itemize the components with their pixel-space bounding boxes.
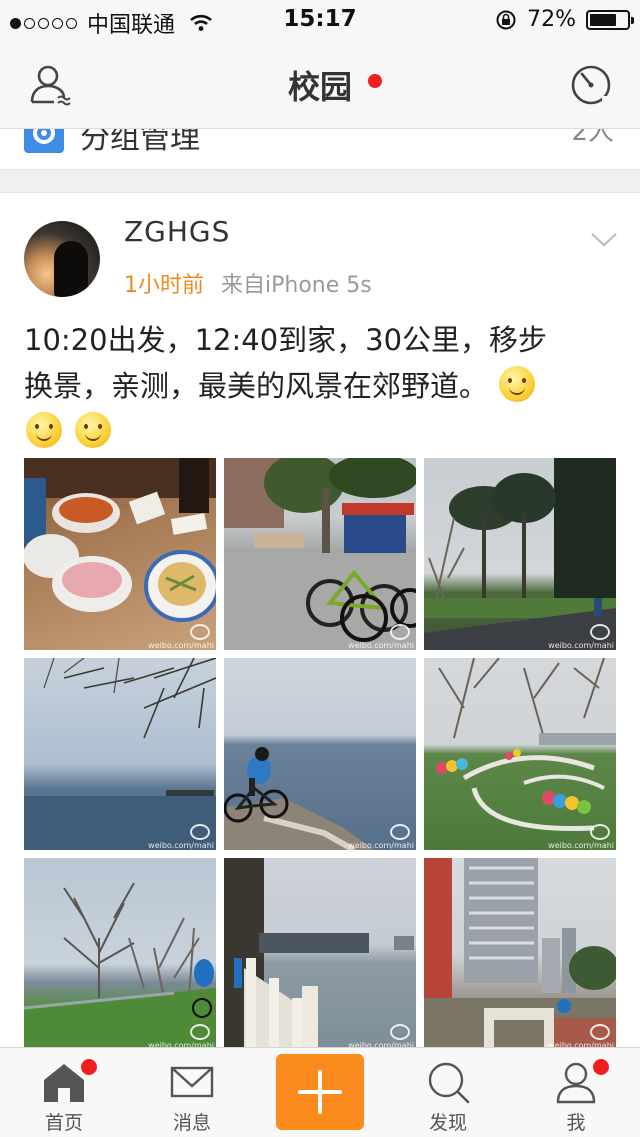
post-meta: 1小时前 来自iPhone 5s [124,267,372,299]
group-count: 2人 [571,129,614,147]
group-manage-label: 分组管理 [80,129,200,156]
chevron-down-icon[interactable] [590,231,618,249]
tab-home-badge [80,1058,98,1076]
photo-trees-road[interactable]: weibo.com/mahi [424,458,616,650]
photo-watermark: weibo.com/mahi [548,641,614,650]
tab-me-label: 我 [566,1112,586,1134]
post-text-line1: 10:20出发，12:40到家，30公里，移步 [24,323,548,357]
page-title-text: 校园 [287,68,352,106]
tab-home[interactable]: 首页 [14,1048,114,1137]
photo-breakfast[interactable]: weibo.com/mahi [24,458,216,650]
page-title[interactable]: 校园 [0,62,640,108]
feed-post[interactable]: ZGHGS 1小时前 来自iPhone 5s 10:20出发，12:40到家，3… [0,193,640,1050]
photo-park-path[interactable]: weibo.com/mahi [424,658,616,850]
photo-watermark: weibo.com/mahi [148,641,214,650]
photo-buildings[interactable]: weibo.com/mahi [424,858,616,1050]
tab-discover[interactable]: 发现 [398,1048,498,1137]
photo-lake-branches[interactable]: weibo.com/mahi [24,658,216,850]
notification-dot [368,74,382,88]
photo-watermark: weibo.com/mahi [348,841,414,850]
tab-me-badge [592,1058,610,1076]
section-separator [0,170,640,193]
post-source: 来自iPhone 5s [221,273,372,298]
photo-watermark: weibo.com/mahi [348,641,414,650]
tab-home-label: 首页 [44,1112,83,1134]
photo-cyclist-lake[interactable]: weibo.com/mahi [224,658,416,850]
photo-lakeside-trees[interactable]: weibo.com/mahi [24,858,216,1050]
battery-percent: 72% [527,7,576,32]
search-icon [428,1062,470,1104]
photo-watermark: weibo.com/mahi [148,841,214,850]
smiley-emoji-icon [499,366,536,402]
smiley-emoji-icon [75,412,112,448]
plus-icon [298,1070,342,1114]
tab-discover-label: 发现 [428,1112,467,1134]
tab-me[interactable]: 我 [526,1048,626,1137]
status-right: 72% [495,7,634,32]
photo-bicycles[interactable]: weibo.com/mahi [224,458,416,650]
compose-button[interactable] [276,1054,364,1130]
rotation-lock-icon [496,10,516,29]
mail-icon [170,1066,214,1098]
post-text: 10:20出发，12:40到家，30公里，移步 换景，亲测，最美的风景在郊野道。 [24,317,614,455]
post-text-line2: 换景，亲测，最美的风景在郊野道。 [24,369,489,403]
photo-railing-lake[interactable]: weibo.com/mahi [224,858,416,1050]
group-manage-row[interactable]: 分组管理 2人 [0,129,640,170]
status-bar: 中国联通 15:17 72% [0,0,640,40]
post-time: 1小时前 [124,273,204,298]
smiley-emoji-icon [26,412,62,448]
nav-bar: 校园 [0,40,640,129]
gear-icon [24,129,64,153]
avatar[interactable] [24,221,100,297]
photo-watermark: weibo.com/mahi [548,841,614,850]
tab-bar: 首页 消息 发现 我 [0,1047,640,1137]
radar-icon[interactable] [568,62,614,108]
post-username[interactable]: ZGHGS [124,215,230,248]
tab-messages[interactable]: 消息 [142,1048,242,1137]
battery-icon [586,9,634,30]
tab-messages-label: 消息 [172,1112,211,1134]
